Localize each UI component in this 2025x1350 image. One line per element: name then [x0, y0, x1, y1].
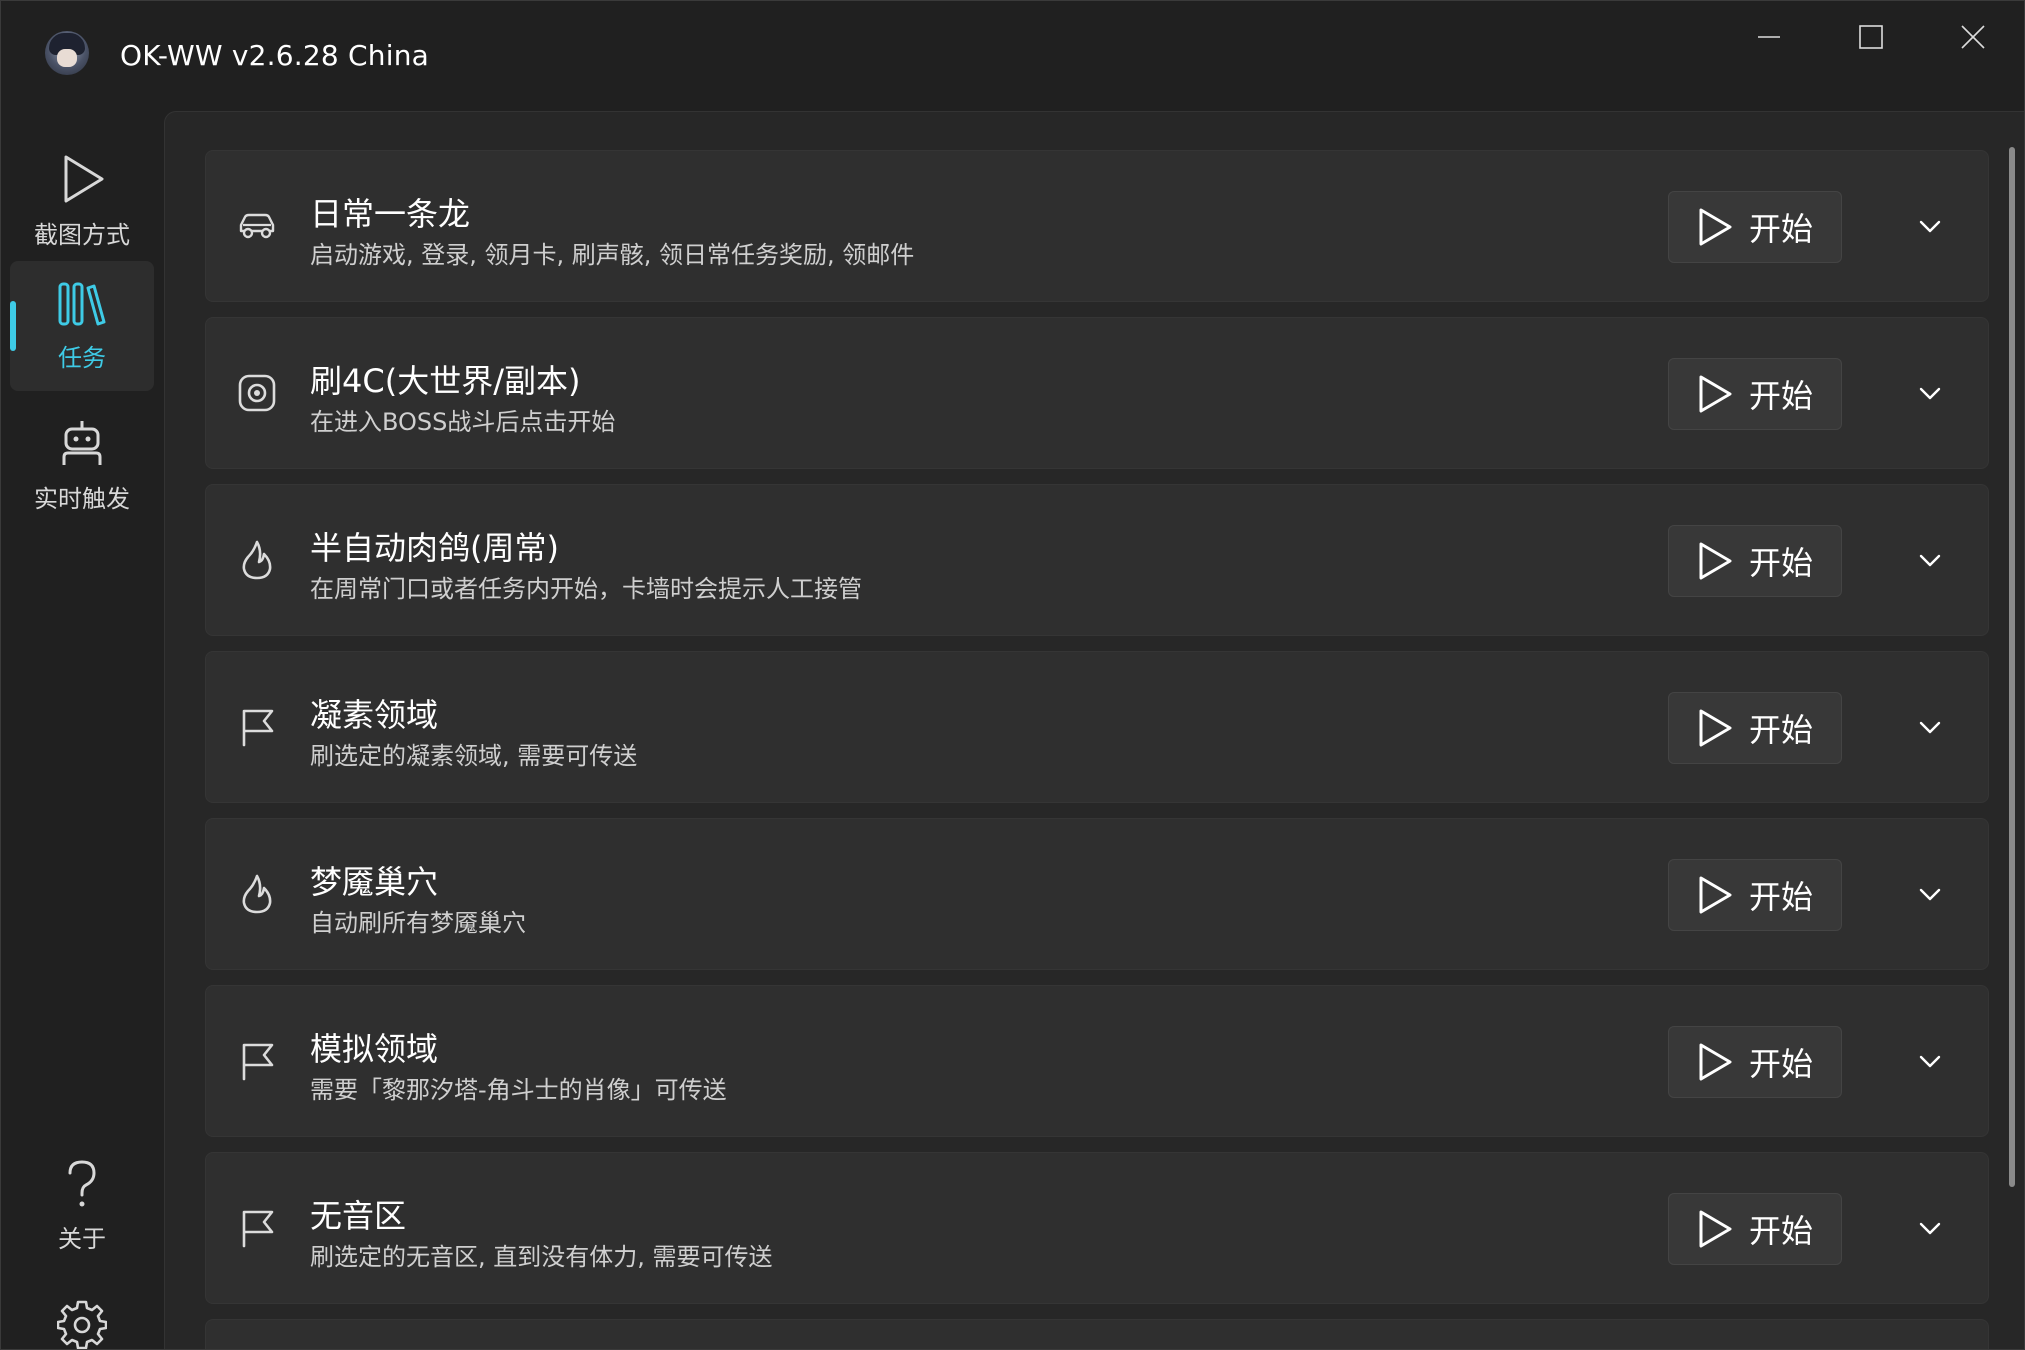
- question-icon: [68, 1159, 96, 1206]
- flag-icon: [234, 704, 280, 750]
- play-icon: [1699, 1210, 1732, 1248]
- start-button-label: 开始: [1748, 878, 1813, 916]
- task-card: 凝素领域 刷选定的凝素领域, 需要可传送 开始: [205, 651, 1989, 803]
- play-icon: [1699, 208, 1732, 246]
- start-button-label: 开始: [1748, 210, 1813, 248]
- target-icon: [234, 370, 280, 416]
- task-description: 启动游戏, 登录, 领月卡, 刷声骸, 领日常任务奖励, 领邮件: [310, 241, 915, 269]
- library-icon: [58, 282, 106, 325]
- minimize-icon: [1758, 36, 1780, 38]
- start-button-label: 开始: [1748, 544, 1813, 582]
- task-card: 刷4C(大世界/副本) 在进入BOSS战斗后点击开始 开始: [205, 317, 1989, 469]
- sidebar-item-label: 实时触发: [34, 484, 130, 513]
- task-title: 无音区: [310, 1197, 407, 1235]
- task-description: 刷选定的凝素领域, 需要可传送: [310, 742, 638, 770]
- chevron-down-icon: [1919, 1222, 1941, 1235]
- task-description: 自动刷所有梦魇巢穴: [310, 909, 526, 937]
- start-button-label: 开始: [1748, 1212, 1813, 1250]
- sidebar-item-settings[interactable]: 设置: [10, 1281, 154, 1349]
- chevron-down-icon: [1919, 721, 1941, 734]
- chevron-down-icon: [1919, 1055, 1941, 1068]
- active-indicator: [10, 301, 16, 351]
- task-description: 需要「黎那汐塔-角斗士的肖像」可传送: [310, 1076, 727, 1104]
- expand-button[interactable]: [1906, 203, 1954, 251]
- task-content-area: 日常一条龙 启动游戏, 登录, 领月卡, 刷声骸, 领日常任务奖励, 领邮件 开…: [164, 111, 2024, 1349]
- task-title: 凝素领域: [310, 696, 439, 734]
- task-card: 日常一条龙 启动游戏, 登录, 领月卡, 刷声骸, 领日常任务奖励, 领邮件 开…: [205, 150, 1989, 302]
- play-icon: [1699, 1043, 1732, 1081]
- start-button[interactable]: 开始: [1668, 525, 1842, 597]
- gear-icon: [57, 1300, 107, 1349]
- sidebar-item-label: 任务: [58, 343, 106, 372]
- vertical-scrollbar[interactable]: [2009, 147, 2015, 1187]
- start-button[interactable]: 开始: [1668, 358, 1842, 430]
- task-card: 模拟领域 需要「黎那汐塔-角斗士的肖像」可传送 开始: [205, 985, 1989, 1137]
- minimize-button[interactable]: [1719, 1, 1819, 73]
- start-button[interactable]: 开始: [1668, 859, 1842, 931]
- start-button-label: 开始: [1748, 377, 1813, 415]
- play-icon: [1699, 876, 1732, 914]
- start-button[interactable]: 开始: [1668, 692, 1842, 764]
- chevron-down-icon: [1919, 387, 1941, 400]
- maximize-button[interactable]: [1821, 1, 1921, 73]
- start-button[interactable]: 开始: [1668, 1193, 1842, 1265]
- task-card-partial: [205, 1319, 1989, 1349]
- task-title: 梦魇巢穴: [310, 863, 439, 901]
- chevron-down-icon: [1919, 554, 1941, 567]
- app-window: OK-WW v2.6.28 China 截图方式 任务 实时触发 关于 日常一条…: [0, 0, 2025, 1350]
- expand-button[interactable]: [1906, 537, 1954, 585]
- start-button-label: 开始: [1748, 711, 1813, 749]
- task-title: 日常一条龙: [310, 195, 471, 233]
- start-button[interactable]: 开始: [1668, 191, 1842, 263]
- start-button-label: 开始: [1748, 1045, 1813, 1083]
- sidebar-item-realtime-trigger[interactable]: 实时触发: [10, 401, 154, 531]
- sidebar-item-label: 关于: [58, 1224, 106, 1253]
- expand-button[interactable]: [1906, 1205, 1954, 1253]
- task-card: 梦魇巢穴 自动刷所有梦魇巢穴 开始: [205, 818, 1989, 970]
- task-title: 半自动肉鸽(周常): [310, 529, 559, 567]
- robot-icon: [62, 420, 102, 465]
- start-button[interactable]: 开始: [1668, 1026, 1842, 1098]
- expand-button[interactable]: [1906, 704, 1954, 752]
- maximize-icon: [1859, 25, 1883, 49]
- expand-button[interactable]: [1906, 1038, 1954, 1086]
- app-logo-icon: [45, 31, 89, 75]
- play-icon: [1699, 709, 1732, 747]
- expand-button[interactable]: [1906, 370, 1954, 418]
- task-title: 模拟领域: [310, 1030, 439, 1068]
- task-description: 刷选定的无音区, 直到没有体力, 需要可传送: [310, 1243, 773, 1271]
- task-description: 在周常门口或者任务内开始，卡墙时会提示人工接管: [310, 575, 862, 603]
- window-title: OK-WW v2.6.28 China: [120, 39, 430, 72]
- task-title: 刷4C(大世界/副本): [310, 362, 581, 400]
- expand-button[interactable]: [1906, 871, 1954, 919]
- play-icon: [1699, 375, 1732, 413]
- sidebar-item-about[interactable]: 关于: [10, 1141, 154, 1271]
- sidebar-item-tasks[interactable]: 任务: [10, 261, 154, 391]
- title-bar: OK-WW v2.6.28 China: [1, 1, 2024, 111]
- flag-icon: [234, 1205, 280, 1251]
- task-description: 在进入BOSS战斗后点击开始: [310, 408, 616, 436]
- fire-icon: [234, 537, 280, 583]
- sidebar-item-capture[interactable]: 截图方式: [10, 136, 154, 266]
- chevron-down-icon: [1919, 888, 1941, 901]
- sidebar-item-label: 截图方式: [34, 220, 130, 249]
- flag-icon: [234, 1038, 280, 1084]
- sidebar-nav: 截图方式 任务 实时触发 关于: [1, 111, 163, 1349]
- play-icon: [64, 155, 104, 202]
- close-button[interactable]: [1923, 1, 2023, 73]
- chevron-down-icon: [1919, 220, 1941, 233]
- car-icon: [234, 203, 280, 249]
- close-icon: [1961, 25, 1985, 49]
- fire-icon: [234, 871, 280, 917]
- play-icon: [1699, 542, 1732, 580]
- task-card: 无音区 刷选定的无音区, 直到没有体力, 需要可传送 开始: [205, 1152, 1989, 1304]
- task-card: 半自动肉鸽(周常) 在周常门口或者任务内开始，卡墙时会提示人工接管 开始: [205, 484, 1989, 636]
